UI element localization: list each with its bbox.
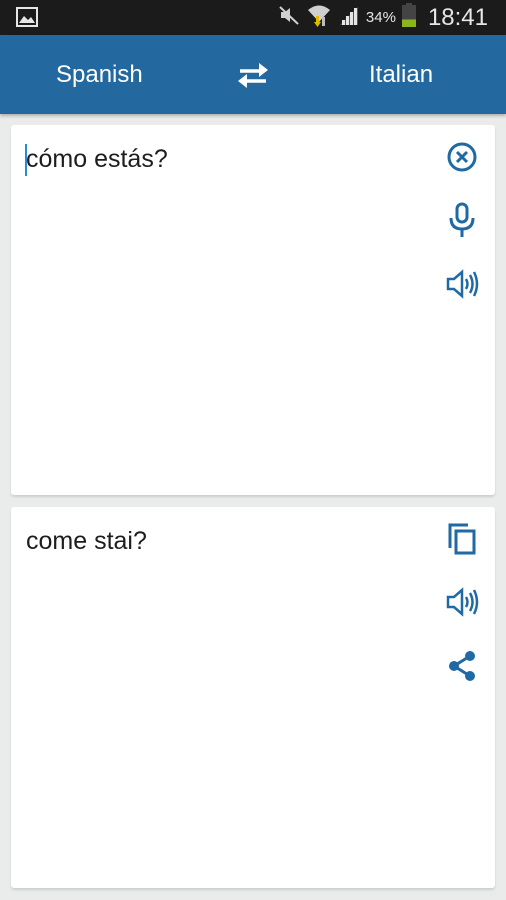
speak-source-button[interactable] <box>443 265 481 303</box>
language-bar: Spanish Italian <box>0 35 506 114</box>
signal-icon <box>338 4 360 31</box>
wifi-icon <box>306 2 332 33</box>
speaker-icon <box>445 587 479 617</box>
mute-icon <box>278 4 300 31</box>
copy-icon <box>447 522 477 556</box>
copy-button[interactable] <box>443 520 481 558</box>
clock: 18:41 <box>427 3 488 31</box>
source-text-card[interactable]: cómo estás? <box>11 125 495 495</box>
speak-translation-button[interactable] <box>443 583 481 621</box>
share-button[interactable] <box>443 647 481 685</box>
source-language-selector[interactable]: Spanish <box>56 35 143 114</box>
target-language-selector[interactable]: Italian <box>369 35 433 114</box>
battery-icon <box>401 3 416 32</box>
translation-card: come stai? <box>11 507 495 888</box>
gallery-notification-icon <box>16 7 38 32</box>
clear-icon <box>446 141 478 173</box>
swap-languages-button[interactable] <box>234 59 272 91</box>
microphone-button[interactable] <box>443 201 481 239</box>
microphone-icon <box>447 202 477 238</box>
share-icon <box>446 649 478 683</box>
translated-text: come stai? <box>26 527 147 555</box>
battery-percent: 34% <box>365 9 396 26</box>
clear-button[interactable] <box>443 138 481 176</box>
swap-arrows-icon <box>234 63 272 95</box>
status-bar: 34% 18:41 <box>0 0 506 35</box>
source-text-input[interactable]: cómo estás? <box>26 145 168 174</box>
speaker-icon <box>445 269 479 299</box>
